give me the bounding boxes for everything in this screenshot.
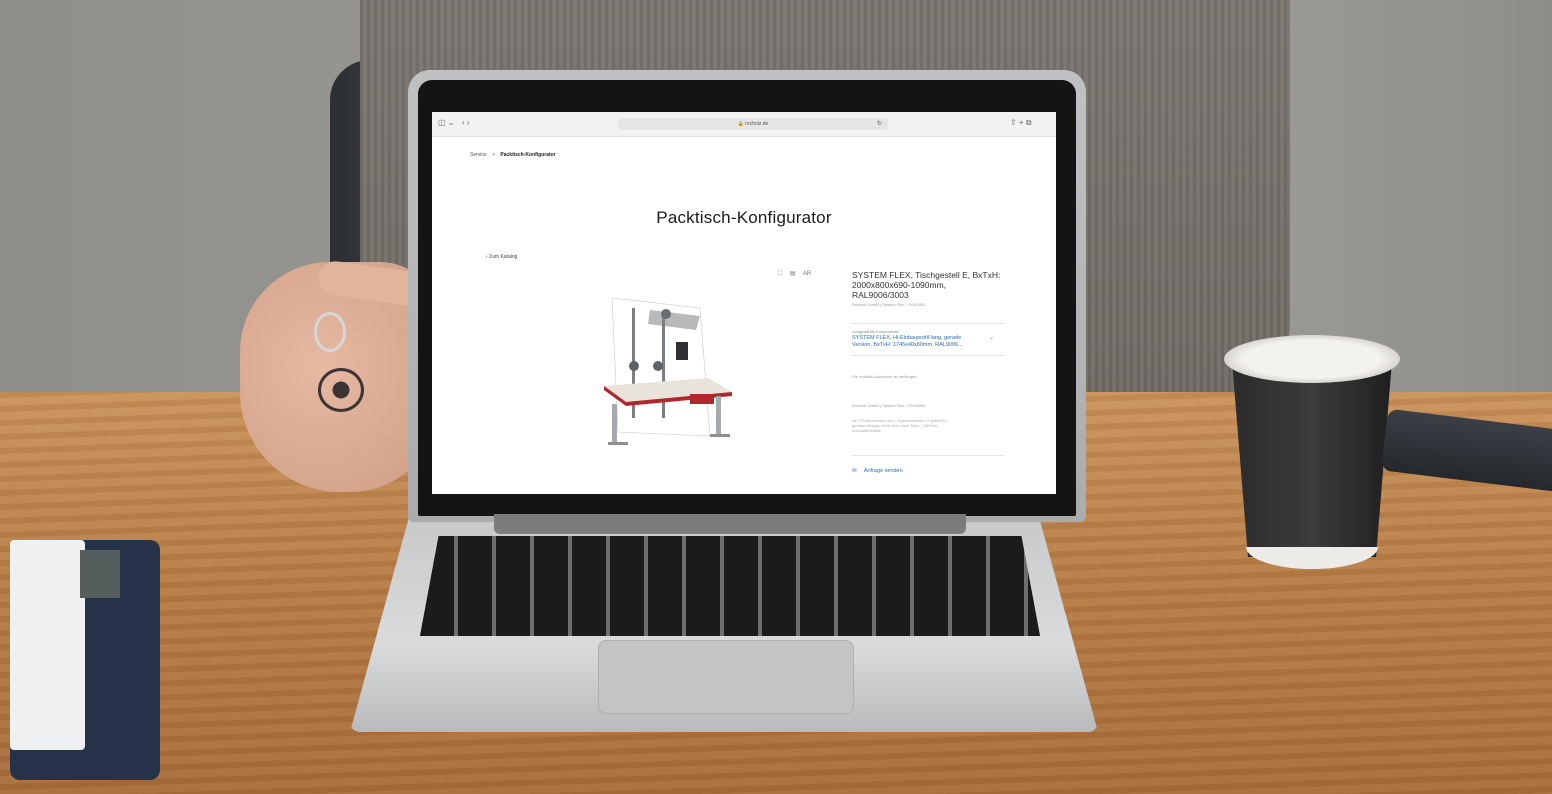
selected-component-label: Ausgewählte Komponente — [852, 329, 899, 334]
product-details-panel: SYSTEM FLEX, Tischgestell E, BxTxH: 2000… — [852, 270, 1004, 474]
notebook — [10, 540, 160, 780]
coffee-cup-base — [1246, 547, 1378, 569]
viewer-toolbar: ⛶ ▤ AR — [778, 270, 817, 278]
product-title: SYSTEM FLEX, Tischgestell E, BxTxH: 2000… — [852, 270, 1001, 300]
send-request-label: Anfrage senden — [863, 468, 903, 474]
reload-icon[interactable]: ↻ — [877, 118, 882, 130]
send-request-button[interactable]: ✉ Anfrage senden — [852, 468, 1004, 474]
laptop-keyboard[interactable] — [420, 536, 1040, 636]
laptop-hinge — [494, 514, 966, 534]
back-to-catalog-link[interactable]: ‹ Zum Katalog — [486, 254, 517, 260]
nav-arrows-icon[interactable]: ‹ › — [462, 118, 470, 127]
chevron-down-icon: ⌄ — [988, 335, 994, 341]
selected-component-value: SYSTEM FLEX, Hl-Einbauprofil lang, gerad… — [852, 335, 963, 348]
coffee-cup — [1224, 335, 1400, 571]
component-note: Die Induktiv-Aufnahme ist verlängert. — [852, 374, 918, 379]
coffee-cup-body — [1232, 361, 1392, 557]
packing-table-3d-model[interactable] — [592, 286, 742, 452]
model-foot-right — [710, 434, 730, 437]
model-tape-holder-1 — [629, 361, 639, 371]
notebook-paper — [10, 540, 85, 750]
mail-icon: ✉ — [852, 468, 857, 474]
selected-component-dropdown[interactable]: Ausgewählte Komponente SYSTEM FLEX, Hl-E… — [852, 323, 1004, 356]
sidebar-toggle-icon[interactable]: ◫ ⌄ — [438, 118, 454, 127]
model-leg-front-left — [612, 404, 617, 444]
breadcrumb-parent[interactable]: Service — [470, 152, 487, 158]
component-description: mit 2 Fußtraversen und 2 Systemrahmen, 2… — [852, 418, 947, 433]
laptop-screen: ◫ ⌄ ‹ › 🔒 rocholz.de ↻ ⇪ + ⧉ Service > P… — [432, 112, 1056, 494]
breadcrumb-current: Packtisch-Konfigurator — [500, 152, 556, 158]
finger-ring — [314, 312, 346, 352]
divider — [852, 455, 1004, 456]
model-tape-holder-2 — [653, 361, 663, 371]
model-monitor — [676, 342, 688, 360]
fullscreen-icon[interactable]: ⛶ — [778, 271, 782, 277]
hand-tattoo — [318, 368, 364, 412]
breadcrumb-separator: > — [492, 152, 495, 158]
breadcrumb: Service > Packtisch-Konfigurator — [470, 152, 556, 158]
ar-button[interactable]: AR — [803, 271, 811, 277]
model-foot-left — [608, 442, 628, 445]
browser-toolbar: ◫ ⌄ ‹ › 🔒 rocholz.de ↻ ⇪ + ⧉ — [432, 112, 1056, 137]
coffee-cup-rim — [1224, 335, 1400, 383]
model-drawer — [690, 394, 714, 404]
model-shelf — [648, 310, 700, 330]
model-leg-front-right — [716, 396, 721, 436]
pdf-icon[interactable]: ▤ — [790, 271, 796, 277]
address-bar-url: 🔒 rocholz.de — [737, 121, 769, 127]
address-bar[interactable]: 🔒 rocholz.de ↻ — [618, 118, 888, 130]
page-title: Packtisch-Konfigurator — [656, 208, 832, 227]
product-meta: Rocholz GmbH | System Flex | 70100000 — [852, 302, 926, 307]
browser-actions-icon[interactable]: ⇪ + ⧉ — [1010, 118, 1032, 128]
model-lamp — [661, 309, 671, 319]
component-meta: Rocholz GmbH | System Flex | 70100000 — [852, 403, 926, 408]
notebook-card — [80, 550, 120, 598]
laptop-trackpad[interactable] — [598, 640, 854, 714]
